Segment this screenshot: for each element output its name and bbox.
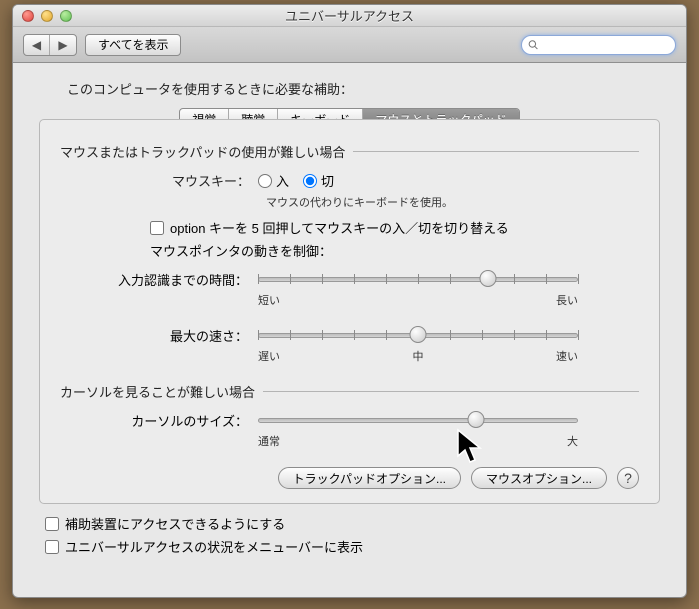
minimize-button[interactable] — [41, 10, 53, 22]
mousekeys-hint: マウスの代わりにキーボードを使用。 — [266, 194, 639, 210]
cursor-size-slider-thumb[interactable] — [467, 411, 484, 428]
back-button[interactable]: ◀ — [24, 35, 50, 55]
window-title: ユニバーサルアクセス — [13, 6, 686, 25]
tab-panel: マウスまたはトラックパッドの使用が難しい場合 マウスキー： 入 切 マウスの代わ… — [39, 119, 660, 504]
delay-label: 入力認識までの時間： — [60, 270, 258, 289]
control-pointer-label: マウスポインタの動きを制御： — [150, 241, 639, 260]
close-button[interactable] — [22, 10, 34, 22]
assistive-devices-checkbox[interactable] — [45, 517, 59, 531]
trackpad-options-button[interactable]: トラックパッドオプション... — [278, 467, 461, 489]
menubar-status-label: ユニバーサルアクセスの状況をメニューバーに表示 — [65, 537, 363, 556]
cursor-max-label: 大 — [567, 433, 578, 449]
toolbar: ◀ ▶ すべてを表示 — [13, 27, 686, 63]
delay-max-label: 長い — [556, 292, 578, 308]
show-all-button[interactable]: すべてを表示 — [85, 34, 181, 56]
speed-slider[interactable] — [258, 326, 578, 344]
titlebar: ユニバーサルアクセス — [13, 5, 686, 27]
assistive-devices-label: 補助装置にアクセスできるようにする — [65, 514, 285, 533]
speed-max-label: 速い — [556, 348, 578, 364]
preferences-window: ユニバーサルアクセス ◀ ▶ すべてを表示 このコンピュータを使用するときに必要… — [12, 4, 687, 598]
speed-min-label: 遅い — [258, 348, 280, 364]
content-area: このコンピュータを使用するときに必要な補助： 視覚 聴覚 キーボード マウスとト… — [13, 63, 686, 568]
speed-slider-thumb[interactable] — [410, 326, 427, 343]
divider — [353, 151, 639, 152]
speed-label: 最大の速さ： — [60, 326, 258, 345]
delay-slider[interactable] — [258, 270, 578, 288]
mousekeys-label: マウスキー： — [60, 171, 258, 190]
section2-header: カーソルを見ることが難しい場合 — [60, 382, 255, 401]
search-field[interactable] — [521, 35, 676, 55]
forward-button[interactable]: ▶ — [50, 35, 76, 55]
cursor-size-slider[interactable] — [258, 411, 578, 429]
search-input[interactable] — [543, 39, 669, 51]
delay-slider-thumb[interactable] — [480, 270, 497, 287]
section1-header: マウスまたはトラックパッドの使用が難しい場合 — [60, 142, 345, 161]
option-toggle-label: option キーを 5 回押してマウスキーの入／切を切り替える — [170, 218, 509, 237]
option-toggle-checkbox[interactable] — [150, 221, 164, 235]
mouse-options-button[interactable]: マウスオプション... — [471, 467, 607, 489]
window-controls — [22, 10, 72, 22]
delay-min-label: 短い — [258, 292, 280, 308]
speed-mid-label: 中 — [413, 348, 424, 364]
menubar-status-checkbox[interactable] — [45, 540, 59, 554]
cursor-min-label: 通常 — [258, 433, 280, 449]
help-button[interactable]: ? — [617, 467, 639, 489]
mousekeys-off[interactable]: 切 — [303, 171, 334, 190]
intro-text: このコンピュータを使用するときに必要な補助： — [67, 79, 660, 98]
nav-buttons: ◀ ▶ — [23, 34, 77, 56]
cursor-size-label: カーソルのサイズ： — [60, 411, 258, 430]
mousekeys-on[interactable]: 入 — [258, 171, 289, 190]
search-icon — [528, 39, 539, 51]
zoom-button[interactable] — [60, 10, 72, 22]
divider — [263, 391, 639, 392]
